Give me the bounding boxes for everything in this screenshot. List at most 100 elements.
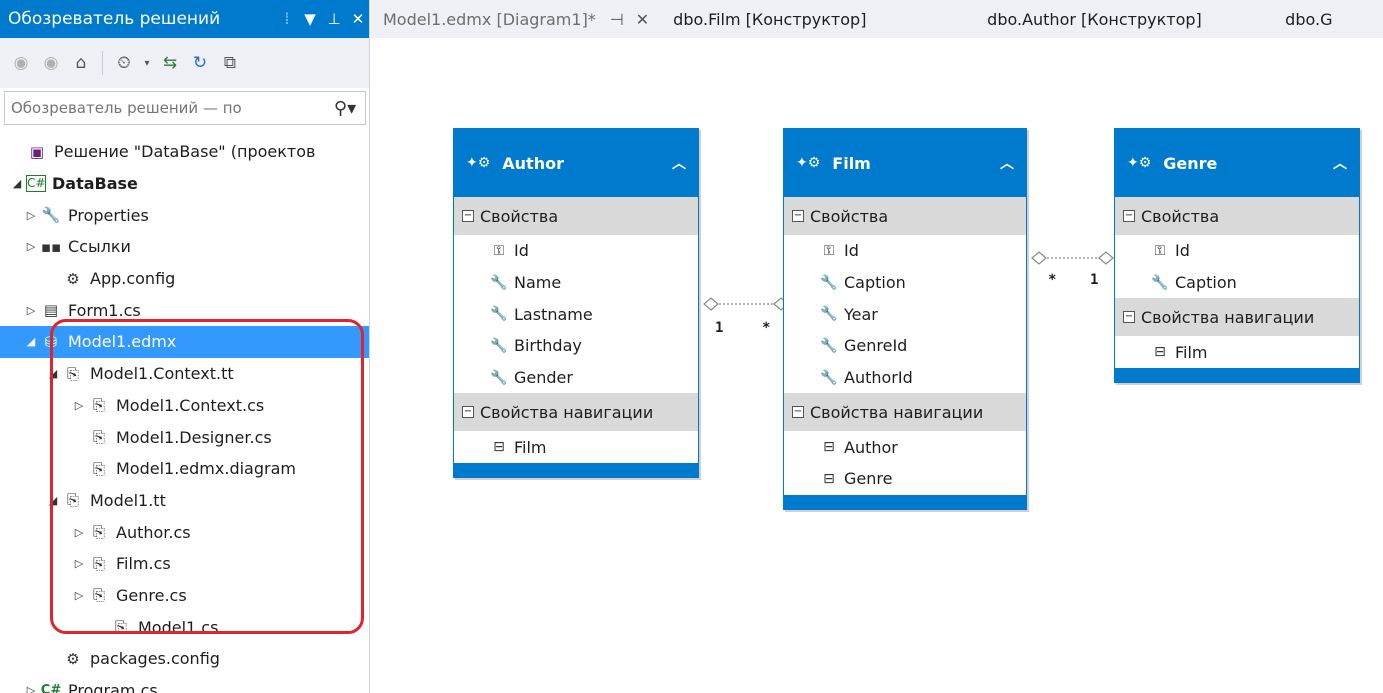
tree-item[interactable]: ⎘ Model1.cs [0, 611, 369, 643]
expand-arrow-icon[interactable]: ▷ [22, 304, 40, 317]
document-tab[interactable]: Model1.edmx [Diagram1]* ⊣ ✕ [371, 0, 661, 38]
home-icon[interactable]: ⌂ [68, 50, 94, 76]
entity-author[interactable]: ✦⚙ Author ︿ − Свойства ⚿ Id 🔧 Name 🔧 Lastname 🔧 Birt… [453, 128, 699, 479]
property-icon: 🔧 [490, 306, 508, 323]
close-tab-icon[interactable]: ✕ [636, 10, 649, 29]
property-name: Caption [844, 273, 906, 293]
solution-search-input[interactable] [11, 99, 325, 117]
entity-designer-canvas[interactable]: 1 * * 1 ✦⚙ Author ︿ − Свойства ⚿ Id 🔧 Name 🔧 Lastn… [371, 38, 1383, 693]
expand-arrow-icon[interactable]: ▷ [22, 240, 40, 253]
collapse-section-icon[interactable]: − [1123, 311, 1135, 324]
tree-item[interactable]: ▷ ⎘ Author.cs [0, 516, 369, 548]
collapse-section-icon[interactable]: − [462, 210, 474, 222]
tree-item[interactable]: ▷ ⎘ Model1.Context.cs [0, 390, 369, 422]
tree-item[interactable]: ◢ C# DataBase [0, 168, 369, 200]
navigation-property[interactable]: ⊟ Film [454, 431, 698, 463]
tree-item[interactable]: ◢ ⎘ Model1.tt [0, 485, 369, 517]
entity-header[interactable]: ✦⚙ Author ︿ [454, 129, 698, 197]
collapse-arrow-icon[interactable]: ◢ [44, 367, 62, 380]
sync-icon[interactable]: ⇆ [157, 50, 183, 76]
tree-item[interactable]: ◢ ⎘ Model1.Context.tt [0, 358, 369, 390]
document-tab[interactable]: dbo.Film [Конструктор] [661, 0, 945, 38]
tree-item[interactable]: ▷ ▪▪ Ссылки [0, 231, 369, 263]
collapse-icon[interactable]: ︿ [1000, 153, 1014, 173]
entity-property[interactable]: ⚿ Id [1115, 235, 1359, 267]
collapse-section-icon[interactable]: − [792, 210, 804, 222]
expand-arrow-icon[interactable]: ▷ [22, 209, 40, 222]
collapse-section-icon[interactable]: − [792, 406, 804, 419]
grip-icon: ⁞ [284, 9, 290, 29]
pin-icon[interactable]: ⊣ [610, 10, 624, 29]
navigation-property-icon: ⊟ [823, 470, 835, 487]
properties-section-header[interactable]: − Свойства [1115, 197, 1359, 235]
tree-item[interactable]: ◢ ⛁ Model1.edmx [0, 326, 369, 358]
entity-property[interactable]: 🔧 Name [454, 267, 698, 299]
entity-property[interactable]: 🔧 Lastname [454, 298, 698, 330]
tree-item[interactable]: ▷ C# Program.cs [0, 675, 369, 693]
tree-item[interactable]: ⚙ App.config [0, 263, 369, 295]
properties-section-header[interactable]: − Свойства [784, 197, 1026, 235]
tree-item[interactable]: ▷ 🔧 Properties [0, 199, 369, 231]
tree-item[interactable]: ▷ ⎘ Film.cs [0, 548, 369, 580]
entity-property[interactable]: 🔧 Birthday [454, 330, 698, 362]
property-name: Lastname [514, 304, 593, 324]
collapse-arrow-icon[interactable]: ◢ [44, 494, 62, 507]
association-end-diamond [703, 297, 719, 311]
forward-icon[interactable]: ◉ [38, 50, 64, 76]
close-icon[interactable]: ✕ [346, 10, 369, 28]
entity-property[interactable]: 🔧 Caption [784, 267, 1026, 299]
expand-arrow-icon[interactable]: ▷ [70, 526, 88, 539]
entity-property[interactable]: 🔧 Gender [454, 362, 698, 394]
document-tab[interactable]: dbo.G [1273, 0, 1344, 38]
navigation-section-header[interactable]: − Свойства навигации [784, 393, 1026, 432]
collapse-icon[interactable]: ︿ [1333, 153, 1347, 173]
entity-property[interactable]: ⚿ Id [454, 235, 698, 267]
tree-item-label: Model1.Context.tt [90, 364, 234, 384]
collapse-icon[interactable]: ︿ [672, 153, 686, 173]
tree-item-label: Model1.Context.cs [116, 395, 265, 415]
tree-item[interactable]: ▷ ⎘ Genre.cs [0, 580, 369, 612]
tree-item[interactable]: ⎘ Model1.edmx.diagram [0, 453, 369, 485]
expand-arrow-icon[interactable]: ▷ [22, 684, 40, 693]
entity-film[interactable]: ✦⚙ Film ︿ − Свойства ⚿ Id 🔧 Caption 🔧 Year 🔧 GenreId… [783, 128, 1027, 510]
navigation-property[interactable]: ⊟ Film [1115, 336, 1359, 368]
collapse-arrow-icon[interactable]: ◢ [22, 335, 40, 348]
dropdown-arrow-icon[interactable]: ▾ [141, 50, 153, 76]
tree-item[interactable]: ▣ Решение "DataBase" (проектов [0, 136, 369, 168]
entity-property[interactable]: 🔧 AuthorId [784, 362, 1026, 394]
entity-property[interactable]: 🔧 GenreId [784, 330, 1026, 362]
properties-section-header[interactable]: − Свойства [454, 197, 698, 235]
expand-arrow-icon[interactable]: ▷ [70, 399, 88, 412]
tree-item[interactable]: ⚙ packages.config [0, 643, 369, 675]
collapse-section-icon[interactable]: − [462, 406, 474, 419]
navigation-section-header[interactable]: − Свойства навигации [1115, 298, 1359, 337]
refresh-icon[interactable]: ↻ [187, 50, 213, 76]
pin-icon[interactable]: ⊥ [322, 10, 346, 28]
navigation-property[interactable]: ⊟ Genre [784, 463, 1026, 495]
entity-genre[interactable]: ✦⚙ Genre ︿ − Свойства ⚿ Id 🔧 Caption − Свойства на… [1114, 128, 1360, 384]
expand-arrow-icon[interactable]: ▷ [70, 557, 88, 570]
entity-header[interactable]: ✦⚙ Genre ︿ [1115, 129, 1359, 197]
tree-item[interactable]: ⎘ Model1.Designer.cs [0, 421, 369, 453]
tree-item[interactable]: ▷ ▤ Form1.cs [0, 294, 369, 326]
expand-arrow-icon[interactable]: ▷ [70, 589, 88, 602]
property-icon: 🔧 [490, 369, 508, 386]
document-tab[interactable]: dbo.Author [Конструктор] [945, 0, 1273, 38]
entity-property[interactable]: 🔧 Year [784, 298, 1026, 330]
property-icon: 🔧 [1151, 274, 1169, 291]
pending-changes-icon[interactable]: ⏲ [111, 50, 137, 76]
navigation-section-header[interactable]: − Свойства навигации [454, 393, 698, 432]
entity-property[interactable]: 🔧 Caption [1115, 267, 1359, 299]
collapse-arrow-icon[interactable]: ◢ [8, 177, 26, 190]
entity-header[interactable]: ✦⚙ Film ︿ [784, 129, 1026, 197]
search-icon[interactable]: ⚲▾ [325, 98, 365, 119]
collapse-all-icon[interactable]: ⧉ [217, 50, 243, 76]
entity-type-icon: ✦⚙ [796, 155, 821, 171]
solution-search-box[interactable]: ⚲▾ [4, 91, 366, 125]
collapse-section-icon[interactable]: − [1123, 210, 1135, 222]
back-icon[interactable]: ◉ [8, 50, 34, 76]
entity-property[interactable]: ⚿ Id [784, 235, 1026, 267]
navigation-property[interactable]: ⊟ Author [784, 431, 1026, 463]
dropdown-arrow-icon[interactable]: ▼ [298, 10, 322, 28]
toolbar-separator [102, 51, 103, 75]
